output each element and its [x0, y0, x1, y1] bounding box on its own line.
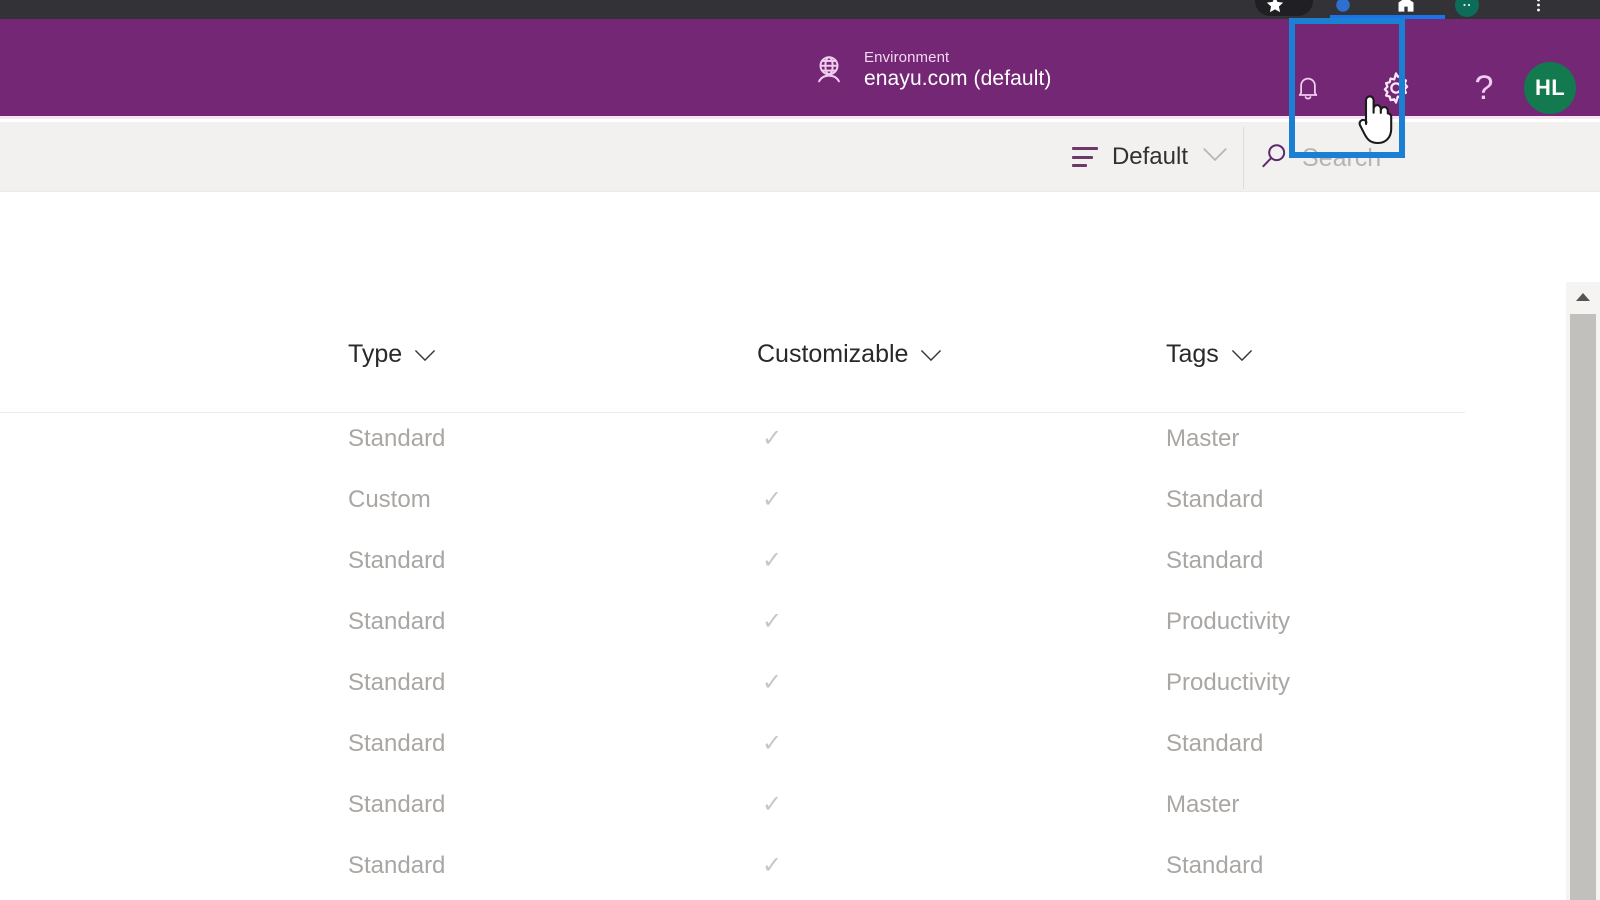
cell-customizable-check-icon: ✓: [762, 408, 782, 469]
cell-tags: Master: [1166, 774, 1239, 835]
environment-label: Environment: [864, 49, 1052, 67]
cell-type: Standard: [348, 591, 445, 652]
cell-type: Standard: [348, 835, 445, 896]
triangle-up-icon[interactable]: [1566, 282, 1600, 312]
cell-tags: Standard: [1166, 469, 1263, 530]
settings-button[interactable]: [1338, 58, 1454, 118]
chevron-down-icon: [414, 340, 436, 369]
cell-tags: Standard: [1166, 530, 1263, 591]
cell-tags: Master: [1166, 408, 1239, 469]
cell-customizable-check-icon: ✓: [762, 530, 782, 591]
environment-selector[interactable]: Environment enayu.com (default): [812, 49, 1052, 91]
avatar-initials: HL: [1535, 75, 1565, 101]
table-row[interactable]: Standard ✓ Productivity: [0, 652, 1465, 713]
column-header-tags[interactable]: Tags: [1166, 340, 1253, 369]
cell-tags: Productivity: [1166, 591, 1290, 652]
menu-dots-icon[interactable]: [1525, 0, 1551, 18]
table-row[interactable]: Standard ✓ Master: [0, 774, 1465, 835]
notifications-button[interactable]: [1278, 58, 1338, 118]
search-box[interactable]: Search: [1258, 130, 1381, 186]
view-selector-label: Default: [1112, 143, 1188, 171]
vertical-scrollbar[interactable]: [1566, 282, 1600, 900]
cell-customizable-check-icon: ✓: [762, 591, 782, 652]
column-header-tags-label: Tags: [1166, 340, 1219, 369]
cell-tags: Productivity: [1166, 652, 1290, 713]
table-row[interactable]: Standard ✓ Standard: [0, 713, 1465, 774]
bookmark-star-icon[interactable]: [1262, 0, 1288, 18]
cell-type: Standard: [348, 652, 445, 713]
column-header-customizable-label: Customizable: [757, 340, 908, 369]
app-root: Environment enayu.com (default): [0, 0, 1600, 900]
app-header: Environment enayu.com (default): [0, 19, 1600, 119]
chevron-down-icon: [1231, 340, 1253, 369]
table-row[interactable]: Standard ✓ Master: [0, 408, 1465, 469]
browser-toolbar-strip: [0, 0, 1600, 19]
gear-icon: [1378, 70, 1414, 106]
cell-type: Custom: [348, 469, 431, 530]
cell-customizable-check-icon: ✓: [762, 713, 782, 774]
table-row[interactable]: Standard ✓ Productivity: [0, 591, 1465, 652]
cell-type: Standard: [348, 713, 445, 774]
search-icon: [1258, 140, 1290, 177]
bell-icon: [1293, 73, 1323, 103]
table-row[interactable]: Standard ✓ Standard: [0, 835, 1465, 896]
command-bar-divider: [1243, 127, 1244, 189]
table-row[interactable]: Standard ✓ Standard: [0, 530, 1465, 591]
question-mark-icon: ?: [1475, 71, 1494, 105]
help-button[interactable]: ?: [1454, 58, 1514, 118]
cell-type: Standard: [348, 774, 445, 835]
search-input-placeholder[interactable]: Search: [1302, 144, 1381, 173]
cell-type: Standard: [348, 530, 445, 591]
entity-table: Type Customizable Tags Standard ✓ Master…: [0, 192, 1600, 900]
column-header-type-label: Type: [348, 340, 402, 369]
cell-customizable-check-icon: ✓: [762, 774, 782, 835]
chevron-down-icon: [920, 340, 942, 369]
environment-value: enayu.com (default): [864, 67, 1052, 92]
scrollbar-thumb[interactable]: [1570, 314, 1596, 900]
cell-type: Standard: [348, 408, 445, 469]
column-header-customizable[interactable]: Customizable: [757, 340, 942, 369]
table-row[interactable]: Custom ✓ Standard: [0, 469, 1465, 530]
column-header-type[interactable]: Type: [348, 340, 436, 369]
view-selector[interactable]: Default: [1072, 136, 1228, 178]
avatar[interactable]: HL: [1524, 62, 1576, 114]
cell-tags: Standard: [1166, 713, 1263, 774]
cell-customizable-check-icon: ✓: [762, 652, 782, 713]
globe-environment-icon: [812, 53, 846, 87]
cell-tags: Standard: [1166, 835, 1263, 896]
filter-list-icon: [1072, 147, 1098, 167]
cell-customizable-check-icon: ✓: [762, 469, 782, 530]
cell-customizable-check-icon: ✓: [762, 835, 782, 896]
chevron-down-icon: [1202, 147, 1228, 167]
